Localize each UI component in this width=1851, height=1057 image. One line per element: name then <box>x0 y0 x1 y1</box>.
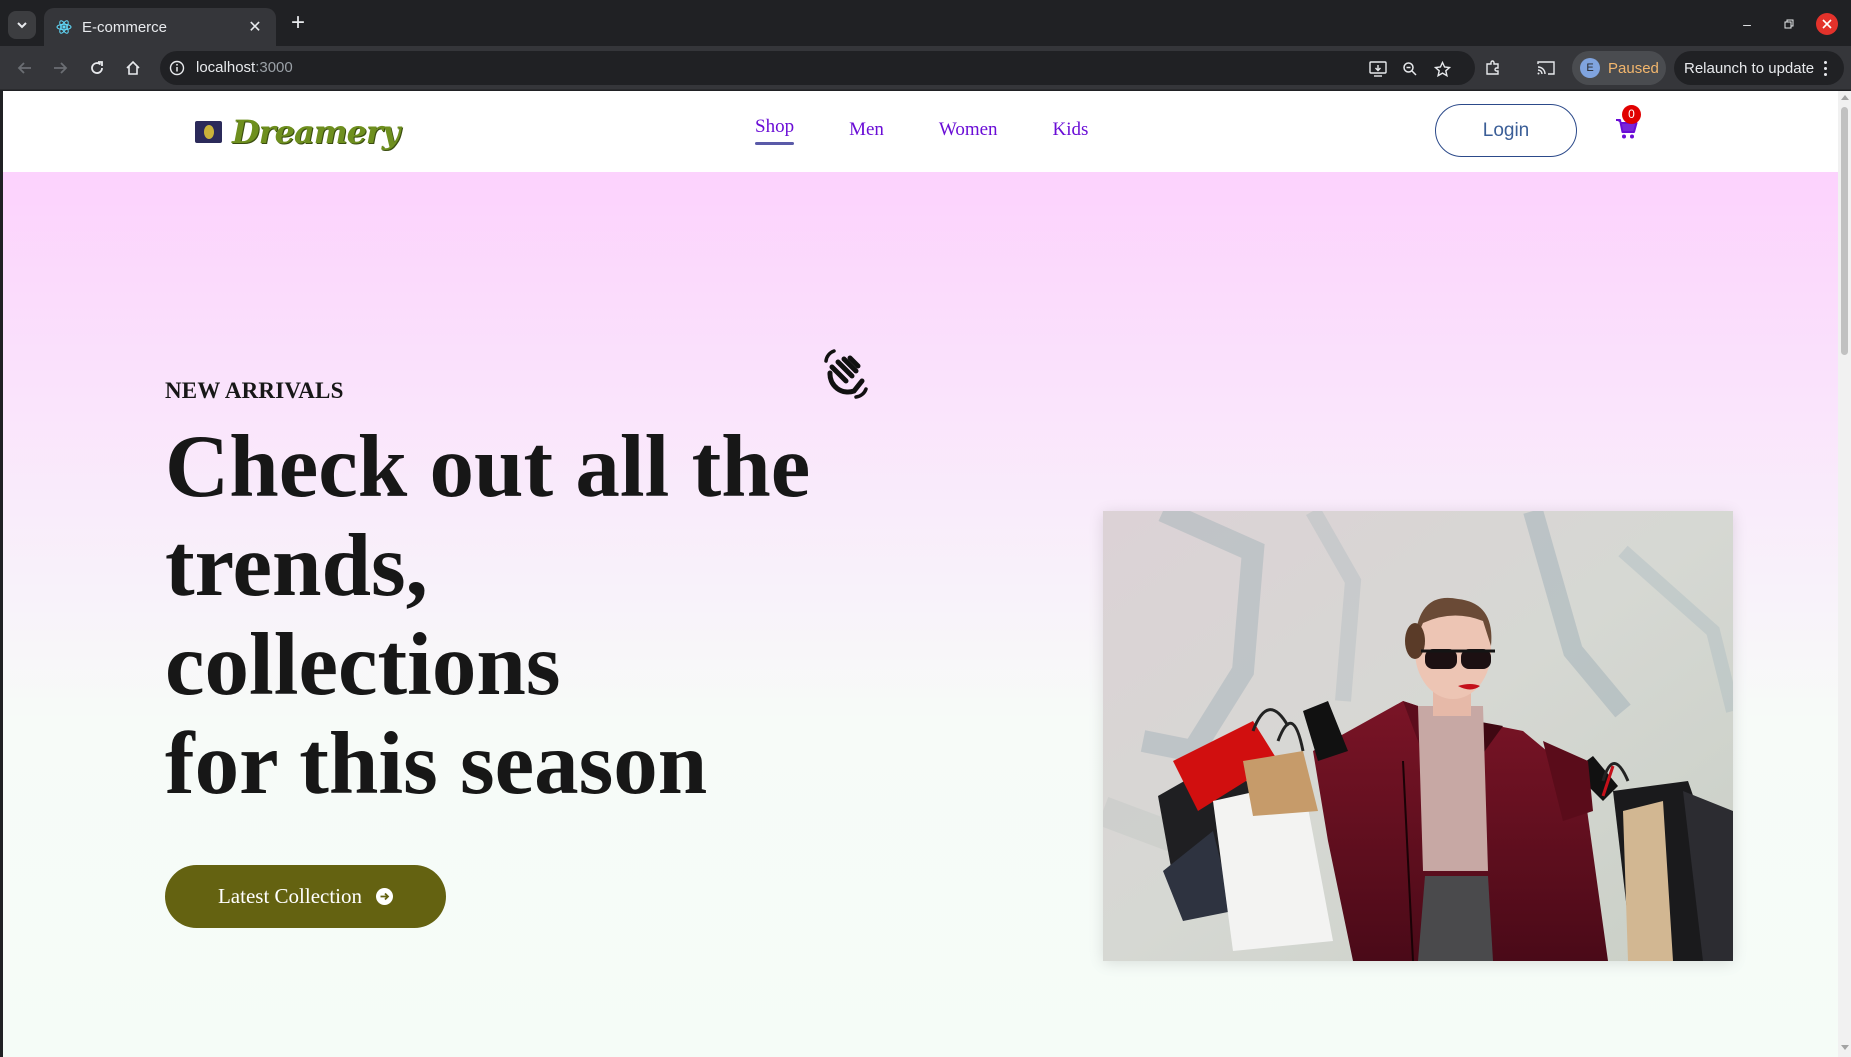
bookmark-star-icon[interactable] <box>1433 60 1451 78</box>
react-favicon-icon <box>56 20 72 34</box>
avatar: E <box>1580 58 1600 78</box>
extensions-icon[interactable] <box>1482 57 1504 79</box>
site-navbar: Dreamery Shop Men Women Kids Login 0 <box>3 91 1838 172</box>
window-close-icon[interactable] <box>1816 13 1838 35</box>
browser-tabstrip: E-commerce ✕ + – <box>0 0 1851 46</box>
tab-search-button[interactable] <box>8 11 36 39</box>
hero-eyebrow: NEW ARRIVALS <box>165 378 344 403</box>
profile-button[interactable]: E Paused <box>1572 51 1666 85</box>
nav-item-kids[interactable]: Kids <box>1053 119 1089 141</box>
hero-image <box>1103 511 1733 961</box>
more-menu-icon[interactable] <box>1824 60 1828 76</box>
relaunch-label: Relaunch to update <box>1684 59 1815 77</box>
chevron-down-icon <box>17 22 27 29</box>
cart-count-badge: 0 <box>1622 105 1641 124</box>
hero-section: NEW ARRIVALS Check out all the trends, c… <box>3 172 1838 1057</box>
brand-logo[interactable]: Dreamery <box>195 113 400 151</box>
headline-line: trends, <box>165 517 428 615</box>
url-text: localhost:3000 <box>196 59 293 76</box>
hero-headline: Check out all the trends, collections fo… <box>165 418 885 814</box>
scroll-up-icon[interactable] <box>1841 95 1849 100</box>
forward-icon[interactable] <box>48 56 72 80</box>
nav-item-shop[interactable]: Shop <box>755 116 795 145</box>
tab-close-icon[interactable]: ✕ <box>246 17 264 37</box>
nav-item-men[interactable]: Men <box>849 119 884 141</box>
cta-label: Latest Collection <box>217 884 363 908</box>
headline-line: Check out all the <box>165 418 811 516</box>
scrollbar-thumb[interactable] <box>1841 107 1848 355</box>
address-bar[interactable]: localhost:3000 <box>160 51 1475 85</box>
tab-title: E-commerce <box>82 18 168 36</box>
logo-icon <box>195 121 222 143</box>
new-tab-button[interactable]: + <box>286 11 310 36</box>
page-viewport: Dreamery Shop Men Women Kids Login 0 NEW… <box>3 91 1838 1057</box>
zoom-icon[interactable] <box>1401 60 1419 78</box>
brand-name: Dreamery <box>232 113 400 151</box>
headline-line: collections <box>165 616 561 714</box>
cast-icon[interactable] <box>1535 57 1557 79</box>
headline-line: for this season <box>165 715 708 813</box>
waving-hand-icon <box>824 349 868 399</box>
nav-item-women[interactable]: Women <box>939 119 998 141</box>
browser-tab[interactable]: E-commerce ✕ <box>44 8 276 46</box>
back-icon[interactable] <box>13 56 37 80</box>
restore-icon[interactable] <box>1778 13 1800 35</box>
latest-collection-button[interactable]: Latest Collection <box>165 865 446 928</box>
site-info-icon[interactable] <box>169 60 185 76</box>
page-scrollbar[interactable] <box>1838 91 1851 1057</box>
home-icon[interactable] <box>121 56 145 80</box>
scroll-down-icon[interactable] <box>1841 1045 1849 1050</box>
arrow-right-icon <box>376 888 394 905</box>
browser-toolbar: localhost:3000 E Paused Relaunch to upda… <box>0 46 1851 90</box>
login-button[interactable]: Login <box>1435 104 1577 157</box>
reload-icon[interactable] <box>85 56 109 80</box>
relaunch-button[interactable]: Relaunch to update <box>1674 51 1844 85</box>
minimize-icon[interactable]: – <box>1736 13 1758 35</box>
main-menu: Shop Men Women Kids <box>755 116 1089 145</box>
profile-status: Paused <box>1608 59 1659 77</box>
install-app-icon[interactable] <box>1369 60 1387 78</box>
